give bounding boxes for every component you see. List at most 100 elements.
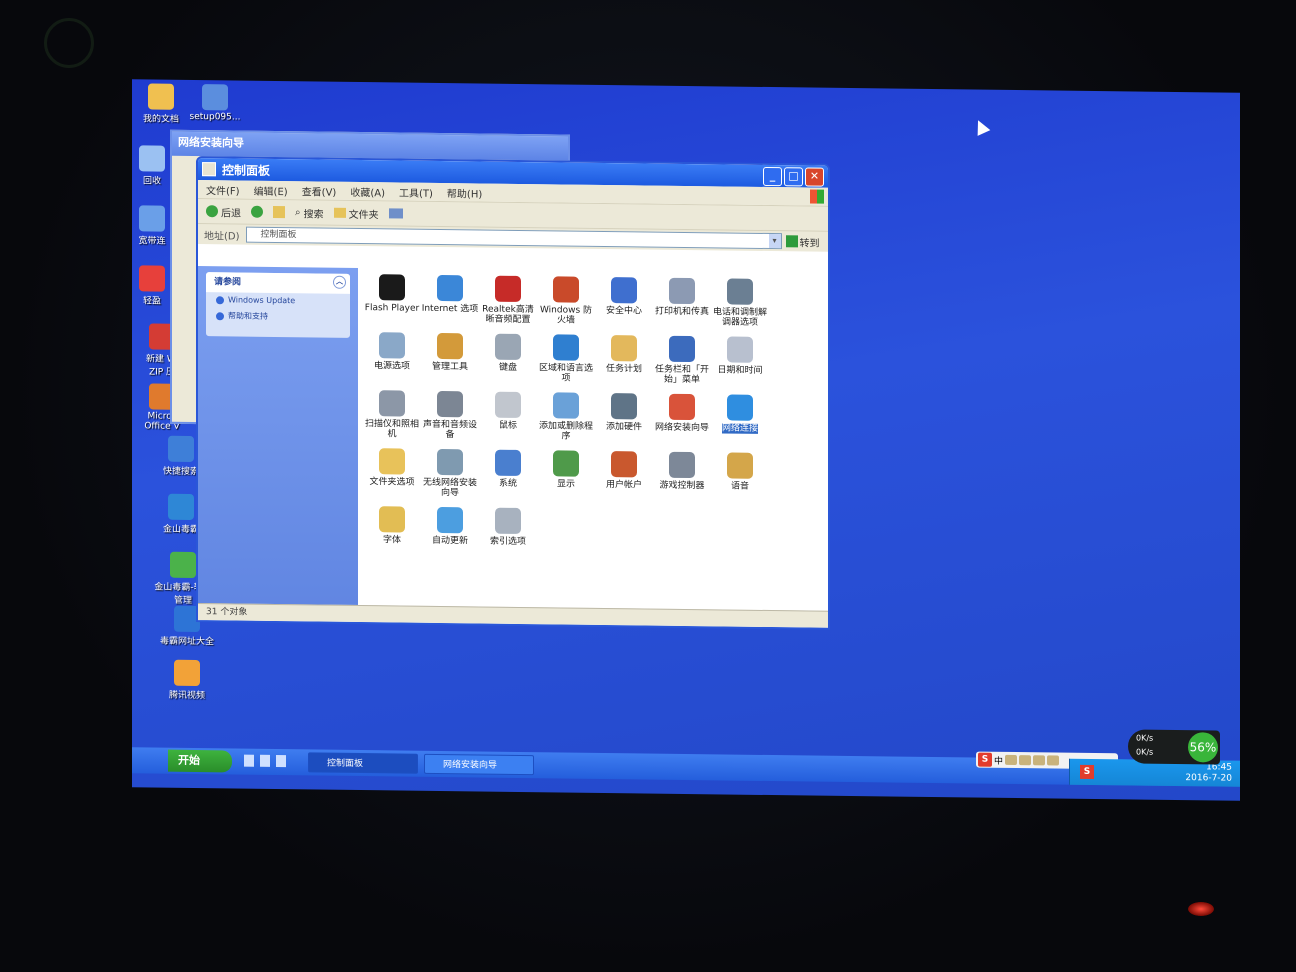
chevron-down-icon[interactable]: ▾ — [768, 234, 781, 249]
control-panel-item[interactable]: 语音 — [710, 452, 770, 492]
control-panel-item-label: 无线网络安装向导 — [422, 477, 477, 499]
control-panel-item[interactable]: 日期和时间 — [710, 336, 770, 376]
antivirus-icon — [168, 493, 194, 520]
up-folder-button[interactable] — [273, 205, 285, 219]
ime-tool-icon[interactable] — [1047, 755, 1060, 766]
control-panel-item[interactable]: 用户帐户 — [594, 451, 654, 491]
control-panel-item-icon — [495, 507, 521, 534]
control-panel-item[interactable]: 电源选项 — [362, 332, 422, 372]
forward-button[interactable] — [251, 205, 263, 218]
windows-update-icon — [216, 295, 224, 304]
desktop-icon-label: setup095... — [189, 111, 241, 123]
go-button[interactable]: 转到 — [785, 234, 820, 250]
control-panel-item[interactable]: 文件夹选项 — [362, 448, 422, 488]
control-panel-item-icon — [727, 394, 753, 421]
desktop-icon-broadband[interactable]: 宽带连 — [132, 205, 172, 247]
desktop-icon-setup[interactable]: setup095... — [186, 84, 244, 123]
control-panel-item[interactable]: 字体 — [362, 506, 422, 546]
desktop-icon-my-documents[interactable]: 我的文档 — [132, 83, 190, 125]
menu-view[interactable]: 查看(V) — [302, 183, 337, 198]
task-pane: 请参阅 ︿ Windows Update 帮助和支持 — [198, 266, 358, 606]
go-label: 转到 — [799, 237, 820, 250]
ime-tool-icon[interactable] — [1005, 754, 1018, 766]
control-panel-item-label: 安全中心 — [605, 306, 642, 317]
views-button[interactable] — [388, 208, 403, 219]
control-panel-item[interactable]: 电话和调制解调器选项 — [710, 278, 770, 328]
control-panel-item[interactable]: 无线网络安装向导 — [420, 448, 480, 499]
sogou-tray-icon[interactable]: S — [1080, 764, 1094, 779]
control-panel-item[interactable]: 显示 — [536, 450, 596, 490]
search-button[interactable]: ⌕ 搜索 — [295, 205, 324, 220]
control-panel-item[interactable]: 扫描仪和照相机 — [362, 390, 422, 440]
ime-tool-icon[interactable] — [1033, 755, 1046, 766]
control-panel-item[interactable]: Windows 防火墙 — [536, 276, 596, 326]
menu-favorites[interactable]: 收藏(A) — [350, 183, 385, 198]
start-button[interactable]: 开始 — [168, 749, 232, 773]
control-panel-item[interactable]: Realtek高清晰音频配置 — [478, 275, 538, 325]
control-panel-item-label: 添加硬件 — [605, 422, 642, 433]
control-panel-item[interactable]: 添加或删除程序 — [536, 392, 596, 442]
desktop-icon-recycle-bin[interactable]: 回收 — [132, 145, 172, 187]
back-button[interactable]: 后退 — [206, 204, 241, 219]
quicklaunch-icon[interactable] — [276, 754, 286, 768]
control-panel-item[interactable]: 键盘 — [478, 333, 538, 373]
control-panel-item-label: Windows 防火墙 — [539, 305, 593, 326]
task-control-panel[interactable]: 控制面板 — [308, 752, 418, 774]
control-panel-item[interactable]: 打印机和传真 — [652, 277, 712, 318]
quicklaunch-icon[interactable] — [244, 754, 254, 767]
control-panel-item[interactable]: 网络安装向导 — [652, 393, 712, 434]
control-panel-item[interactable]: 声音和音频设备 — [420, 390, 480, 441]
see-also-header[interactable]: 请参阅 ︿ — [206, 272, 350, 294]
maximize-button[interactable]: □ — [784, 166, 803, 186]
ime-mode[interactable]: 中 — [994, 753, 1003, 766]
control-panel-item-icon — [669, 451, 695, 479]
help-support-link[interactable]: 帮助和支持 — [206, 307, 350, 326]
menu-file[interactable]: 文件(F) — [206, 182, 240, 197]
collapse-icon[interactable]: ︿ — [333, 275, 346, 289]
control-panel-item[interactable]: 游戏控制器 — [652, 451, 712, 492]
control-panel-item[interactable]: 安全中心 — [594, 277, 654, 317]
control-panel-item[interactable]: 自动更新 — [420, 506, 480, 547]
control-panel-item-icon — [437, 448, 463, 476]
network-speed-widget[interactable]: 0K/s 0K/s 56% — [1128, 729, 1220, 765]
desktop-icon-label: 金山毒霸 — [162, 524, 199, 536]
control-panel-item[interactable]: 网络连接 — [710, 394, 770, 434]
address-field[interactable]: 控制面板 ▾ — [245, 226, 782, 250]
quicklaunch-icon[interactable] — [260, 754, 270, 767]
control-panel-item[interactable]: Internet 选项 — [420, 274, 480, 315]
desktop-icon-light[interactable]: 轻盈 — [132, 265, 172, 307]
menu-edit[interactable]: 编辑(E) — [254, 182, 288, 197]
control-panel-item-icon — [553, 334, 579, 361]
control-panel-item[interactable]: 系统 — [478, 449, 538, 489]
control-panel-item[interactable]: 管理工具 — [420, 332, 480, 373]
windows-update-link[interactable]: Windows Update — [206, 292, 350, 309]
search-label: 搜索 — [303, 208, 324, 221]
control-panel-item[interactable]: 索引选项 — [478, 507, 538, 547]
power-led — [1188, 902, 1214, 916]
minimize-button[interactable]: _ — [763, 166, 782, 186]
desktop-icon-tencent-video[interactable]: 腾讯视频 — [158, 659, 216, 702]
control-panel-item[interactable]: 区域和语言选项 — [536, 334, 596, 384]
windows-logo-icon — [810, 189, 824, 204]
control-panel-item[interactable]: 鼠标 — [478, 391, 538, 431]
window-body: 请参阅 ︿ Windows Update 帮助和支持 Flash Player I… — [198, 266, 828, 612]
control-panel-item[interactable]: 任务计划 — [594, 335, 654, 375]
control-panel-item[interactable]: 添加硬件 — [594, 393, 654, 433]
control-panel-item[interactable]: Flash Player — [362, 274, 422, 314]
clock[interactable]: 16:45 2016-7-20 — [1185, 762, 1232, 785]
menu-help[interactable]: 帮助(H) — [447, 185, 482, 200]
control-panel-item-icon — [379, 274, 405, 301]
control-panel-item[interactable]: 任务栏和「开始」菜单 — [652, 335, 712, 386]
close-button[interactable]: ✕ — [805, 166, 824, 187]
control-panel-item-label: 日期和时间 — [717, 365, 763, 376]
menu-tools[interactable]: 工具(T) — [399, 184, 433, 199]
control-panel-item-label: 网络连接 — [721, 423, 758, 434]
ime-tool-icon[interactable] — [1019, 755, 1032, 766]
control-panel-item-icon — [553, 276, 579, 303]
bezel-logo — [44, 18, 94, 68]
control-panel-item-icon — [379, 506, 405, 533]
task-network-wizard[interactable]: 网络安装向导 — [424, 753, 534, 776]
control-panel-window[interactable]: 控制面板 _ □ ✕ 文件(F) 编辑(E) 查看(V) 收藏(A) 工具(T)… — [196, 156, 830, 630]
folders-button[interactable]: 文件夹 — [333, 205, 379, 221]
control-panel-item-label: Realtek高清晰音频配置 — [482, 304, 534, 326]
